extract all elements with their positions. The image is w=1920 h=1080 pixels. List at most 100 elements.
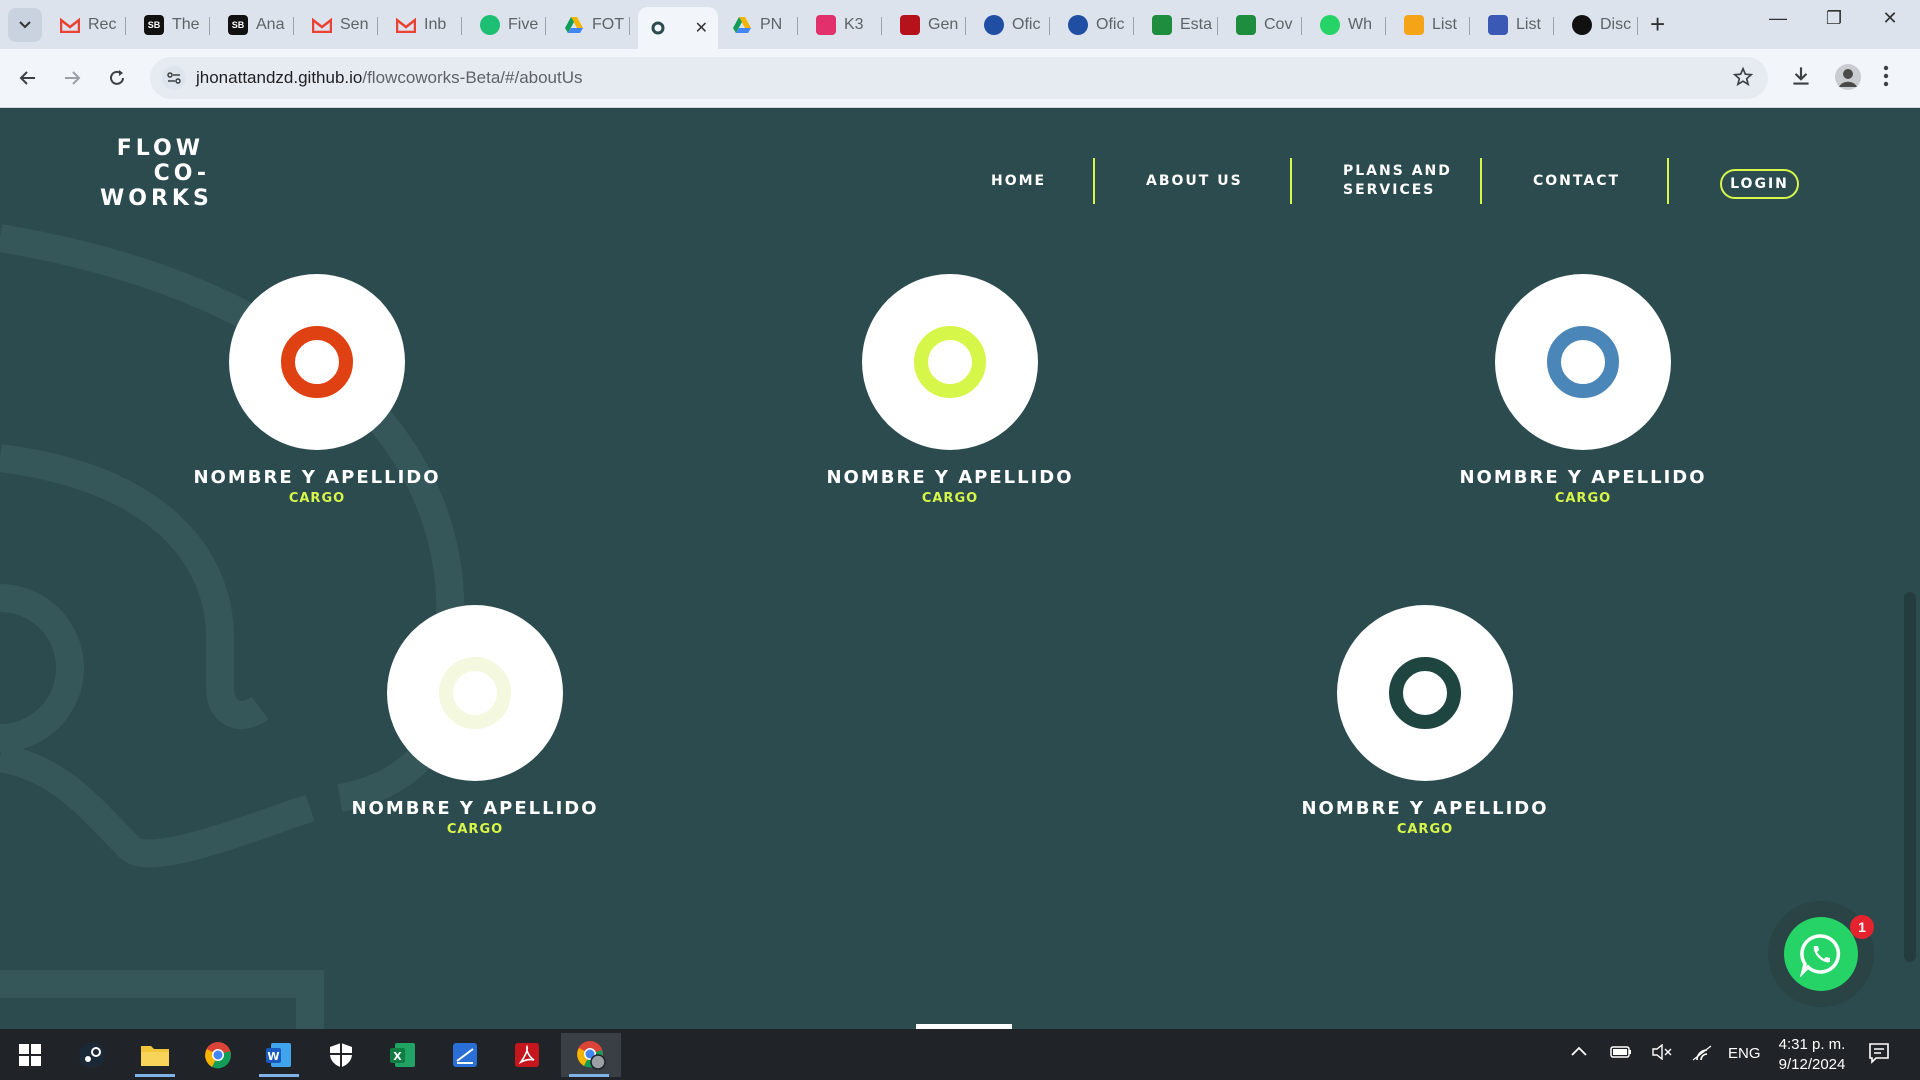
browser-tab[interactable]: Cov xyxy=(1226,7,1302,43)
browser-tab[interactable]: Inb xyxy=(386,7,462,43)
tab-title: Rec xyxy=(88,16,117,33)
avatar-ring-icon xyxy=(281,326,353,398)
back-button[interactable] xyxy=(13,63,43,93)
taskbar-file-explorer[interactable] xyxy=(127,1033,183,1077)
windows-icon xyxy=(19,1044,41,1066)
team-member-card: NOMBRE Y APELLIDO CARGO xyxy=(1295,605,1555,837)
clock[interactable]: 4:31 p. m. 9/12/2024 xyxy=(1762,1035,1862,1075)
excel-icon: X xyxy=(390,1043,415,1067)
whatsapp-button[interactable] xyxy=(1784,917,1858,991)
nav-plans-and-services[interactable]: PLANS AND SERVICES xyxy=(1343,158,1452,204)
url-path: /flowcoworks-Beta/#/aboutUs xyxy=(362,68,583,87)
profile-avatar[interactable] xyxy=(1834,63,1862,96)
tab-title: The xyxy=(172,16,200,33)
avatar-ring-icon xyxy=(1389,657,1461,729)
taskbar-acrobat[interactable] xyxy=(499,1033,555,1077)
address-bar[interactable]: jhonattandzd.github.io/flowcoworks-Beta/… xyxy=(150,57,1768,99)
show-hidden-icons[interactable] xyxy=(1570,1044,1588,1062)
bookmark-star-icon[interactable] xyxy=(1732,66,1754,93)
tab-title: FOT xyxy=(592,16,624,33)
member-avatar xyxy=(229,274,405,450)
pencil-icon xyxy=(1488,15,1508,35)
site-logo[interactable]: FLOW CO- WORKS xyxy=(100,136,210,211)
speaker-muted-icon[interactable] xyxy=(1651,1043,1673,1064)
close-window-button[interactable]: ✕ xyxy=(1870,8,1910,29)
browser-tab[interactable]: Five xyxy=(470,7,546,43)
browser-tab[interactable]: Disc xyxy=(1562,7,1638,43)
download-icon[interactable] xyxy=(1788,63,1814,94)
taskbar-app-blue[interactable] xyxy=(437,1033,493,1077)
taskbar-security[interactable] xyxy=(313,1033,369,1077)
tab-title: List xyxy=(1432,16,1457,33)
tab-title: List xyxy=(1516,16,1541,33)
team-member-card: NOMBRE Y APELLIDO CARGO xyxy=(820,274,1080,506)
browser-tab-strip: Rec SB The SB Ana Sen Inb Five FOT ✕ PN K3 Gen Ofic Of… xyxy=(0,0,1920,49)
browser-tab[interactable]: List xyxy=(1394,7,1470,43)
minimize-button[interactable]: — xyxy=(1758,8,1798,29)
language-indicator[interactable]: ENG xyxy=(1728,1045,1761,1062)
tab-title: Gen xyxy=(928,16,959,33)
browser-tab[interactable]: Ofic xyxy=(974,7,1050,43)
browser-tab-active[interactable]: ✕ xyxy=(638,7,718,49)
member-role: CARGO xyxy=(288,491,346,506)
tab-separator xyxy=(797,17,798,35)
restore-button[interactable]: ❐ xyxy=(1814,8,1854,29)
member-avatar xyxy=(862,274,1038,450)
tab-title: Disc xyxy=(1600,16,1632,33)
login-button[interactable]: LOGIN xyxy=(1720,169,1799,199)
browser-tab[interactable]: Rec xyxy=(50,7,126,43)
tab-separator xyxy=(1553,17,1554,35)
member-avatar xyxy=(1495,274,1671,450)
browser-tab[interactable]: Gen xyxy=(890,7,966,43)
nav-about-us[interactable]: ABOUT US xyxy=(1146,158,1243,204)
close-tab-icon[interactable]: ✕ xyxy=(695,18,708,38)
nav-divider xyxy=(1290,158,1292,204)
tab-title: Cov xyxy=(1264,16,1293,33)
notifications-icon[interactable] xyxy=(1868,1042,1890,1068)
member-avatar xyxy=(387,605,563,781)
avatar-ring-icon xyxy=(914,326,986,398)
whatsapp-float-button[interactable]: 1 xyxy=(1768,901,1874,1007)
nav-contact[interactable]: CONTACT xyxy=(1533,158,1620,204)
browser-tab[interactable]: List xyxy=(1478,7,1554,43)
nav-home[interactable]: HOME xyxy=(991,158,1046,204)
chevron-down-icon xyxy=(19,21,31,29)
taskbar-chrome[interactable] xyxy=(190,1033,246,1077)
browser-tab[interactable]: SB Ana xyxy=(218,7,294,43)
taskbar-excel[interactable]: X xyxy=(375,1033,431,1077)
nav-plans-label: PLANS AND SERVICES xyxy=(1343,162,1452,200)
start-button[interactable] xyxy=(2,1033,58,1077)
reload-button[interactable] xyxy=(102,63,132,93)
nav-about-label: ABOUT US xyxy=(1146,172,1243,189)
browser-tab[interactable]: Sen xyxy=(302,7,378,43)
scrollbar-thumb[interactable] xyxy=(1904,592,1916,962)
team-member-card: NOMBRE Y APELLIDO CARGO xyxy=(1453,274,1713,506)
browser-menu-icon[interactable] xyxy=(1882,63,1890,94)
site-info-icon[interactable] xyxy=(162,66,186,90)
chevron-up-icon xyxy=(1571,1046,1587,1056)
forward-button[interactable] xyxy=(57,63,87,93)
new-tab-button[interactable]: + xyxy=(1650,10,1665,38)
wifi-icon[interactable] xyxy=(1691,1044,1713,1066)
browser-toolbar: jhonattandzd.github.io/flowcoworks-Beta/… xyxy=(0,49,1920,108)
taskbar-steam[interactable] xyxy=(64,1033,120,1077)
browser-tab[interactable]: FOT xyxy=(554,7,630,43)
member-name: NOMBRE Y APELLIDO xyxy=(193,467,441,488)
browser-tab[interactable]: Wh xyxy=(1310,7,1386,43)
url-text: jhonattandzd.github.io/flowcoworks-Beta/… xyxy=(196,68,583,88)
member-name: NOMBRE Y APELLIDO xyxy=(1301,798,1549,819)
logo-line-3: WORKS xyxy=(100,186,213,211)
browser-tab[interactable]: K3 xyxy=(806,7,882,43)
taskbar-chrome-profile[interactable] xyxy=(561,1033,621,1077)
browser-tab[interactable]: PN xyxy=(722,7,798,43)
tab-title: PN xyxy=(760,16,783,33)
browser-tab[interactable]: Ofic xyxy=(1058,7,1134,43)
chrome-icon xyxy=(205,1042,231,1069)
tab-separator xyxy=(293,17,294,35)
tab-search-button[interactable] xyxy=(8,8,42,42)
battery-icon[interactable] xyxy=(1610,1044,1632,1064)
browser-tab[interactable]: SB The xyxy=(134,7,210,43)
browser-tab[interactable]: Esta xyxy=(1142,7,1218,43)
member-name: NOMBRE Y APELLIDO xyxy=(351,798,599,819)
taskbar-word[interactable]: W xyxy=(251,1033,307,1077)
